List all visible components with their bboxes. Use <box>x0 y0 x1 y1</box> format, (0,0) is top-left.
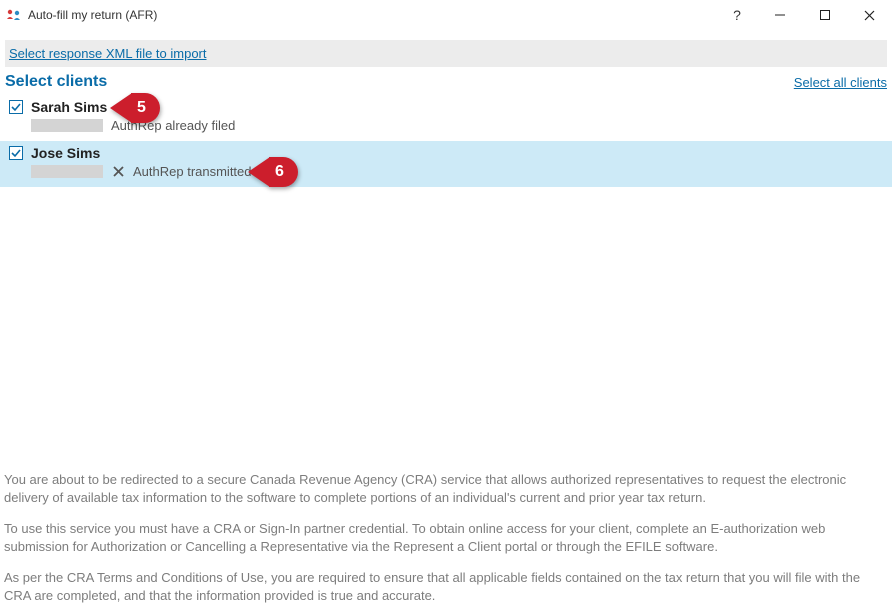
app-icon <box>6 7 22 23</box>
empty-area <box>0 187 892 465</box>
window-title: Auto-fill my return (AFR) <box>28 8 157 22</box>
client-checkbox[interactable] <box>9 146 23 160</box>
annotation-callout: 6 <box>248 157 298 187</box>
section-title: Select clients <box>5 73 107 91</box>
sin-mask <box>31 165 103 178</box>
x-icon <box>111 165 125 179</box>
section-header: Select clients Select all clients <box>0 73 892 95</box>
client-checkbox[interactable] <box>9 100 23 114</box>
maximize-button[interactable] <box>802 0 847 30</box>
client-row[interactable]: Jose Sims AuthRep transmitted 6 <box>0 141 892 187</box>
client-name: Sarah Sims <box>31 99 107 115</box>
import-bar: Select response XML file to import <box>5 40 887 67</box>
disclaimer-paragraph: To use this service you must have a CRA … <box>4 520 888 555</box>
titlebar: Auto-fill my return (AFR) ? <box>0 0 892 30</box>
minimize-button[interactable] <box>757 0 802 30</box>
client-row[interactable]: Sarah Sims AuthRep already filed 5 <box>0 95 892 141</box>
client-list: Sarah Sims AuthRep already filed 5 Jose … <box>0 95 892 187</box>
select-all-link[interactable]: Select all clients <box>794 75 887 90</box>
annotation-callout: 5 <box>110 93 160 123</box>
disclaimer: You are about to be redirected to a secu… <box>0 465 892 605</box>
annotation-number: 6 <box>269 157 298 187</box>
disclaimer-paragraph: As per the CRA Terms and Conditions of U… <box>4 569 888 604</box>
help-button[interactable]: ? <box>717 0 757 30</box>
disclaimer-paragraph: You are about to be redirected to a secu… <box>4 471 888 506</box>
annotation-number: 5 <box>131 93 160 123</box>
client-status: AuthRep transmitted <box>133 164 252 179</box>
import-xml-link[interactable]: Select response XML file to import <box>9 46 207 61</box>
close-button[interactable] <box>847 0 892 30</box>
client-name: Jose Sims <box>31 145 100 161</box>
sin-mask <box>31 119 103 132</box>
